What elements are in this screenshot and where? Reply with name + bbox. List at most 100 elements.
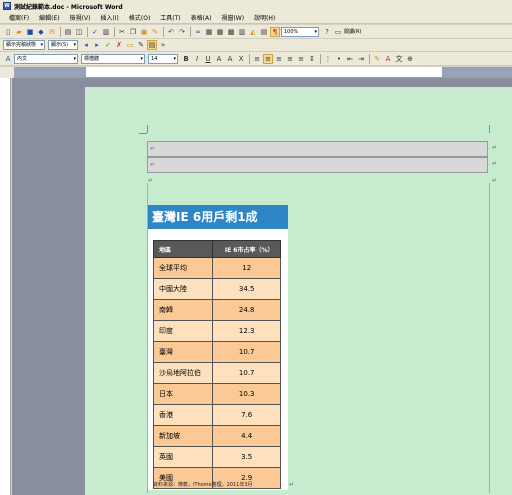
read-button[interactable]: 閱讀(R)	[344, 28, 361, 35]
permission-icon[interactable]: ◆	[36, 27, 46, 37]
new-document-icon[interactable]: ▯	[3, 27, 13, 37]
toolbar-options-icon[interactable]: »	[158, 40, 168, 50]
help-icon[interactable]: ?	[322, 27, 332, 37]
ruler-corner	[0, 67, 14, 78]
align-center-icon[interactable]: ≡	[263, 53, 273, 64]
font-dropdown[interactable]: 標楷體	[81, 53, 145, 64]
font-size-dropdown[interactable]: 14	[148, 53, 178, 64]
redo-icon[interactable]: ↷	[177, 27, 187, 37]
underline-icon[interactable]: U	[203, 54, 213, 64]
menu-file[interactable]: 檔案(F)	[4, 13, 34, 22]
accept-change-icon[interactable]: ✓	[103, 40, 113, 50]
vertical-ruler[interactable]	[0, 78, 11, 495]
paragraph-mark: ↵	[289, 481, 295, 488]
research-icon[interactable]: ▥	[101, 27, 111, 37]
menu-edit[interactable]: 編輯(E)	[34, 13, 64, 22]
horizontal-ruler[interactable]	[14, 67, 512, 78]
previous-change-icon[interactable]: ◂	[81, 40, 91, 50]
paragraph-mark: ↵	[150, 145, 156, 152]
word-app-icon: W	[3, 2, 11, 10]
distributed-icon[interactable]: ≡	[296, 54, 306, 64]
margin-corner	[139, 133, 147, 134]
table-row: 中國大陸 34.5	[152, 278, 281, 300]
column-header-share: IE 6市占率（%）	[212, 240, 281, 258]
undo-icon[interactable]: ↶	[166, 27, 176, 37]
line-spacing-icon[interactable]: ↕	[307, 54, 317, 64]
hyperlink-icon[interactable]: ∞	[193, 27, 203, 37]
document-map-icon[interactable]: ▤	[259, 27, 269, 37]
ie6-share-infographic[interactable]: 臺灣IE 6用戶剩1成 地區 IE 6市占率（%） 全球平均 12 中國大陸 34.5…	[148, 205, 288, 490]
print-icon[interactable]: ▤	[63, 27, 73, 37]
paragraph-mark: ↵	[492, 177, 498, 184]
font-color-icon[interactable]: A	[383, 54, 393, 64]
italic-icon[interactable]: I	[192, 54, 202, 64]
open-folder-icon[interactable]: ▰	[14, 27, 24, 37]
toolbar-separator	[87, 26, 88, 37]
toolbar-separator	[60, 26, 61, 37]
menu-insert[interactable]: 插入(I)	[95, 13, 123, 22]
copy-icon[interactable]: ❐	[128, 27, 138, 37]
styles-formatting-icon[interactable]: A	[3, 54, 13, 64]
zoom-dropdown[interactable]: 100%	[281, 26, 319, 37]
print-preview-icon[interactable]: ◫	[74, 27, 84, 37]
menu-format[interactable]: 格式(O)	[124, 13, 155, 22]
justify-icon[interactable]: ≡	[285, 54, 295, 64]
share-cell: 10.3	[212, 383, 281, 405]
reviewing-pane-icon[interactable]: ▤	[147, 40, 157, 50]
numbering-icon[interactable]: ⋮	[323, 54, 333, 64]
character-scaling-icon[interactable]: X	[236, 54, 246, 64]
format-painter-icon[interactable]: ✎	[150, 27, 160, 37]
show-hide-icon[interactable]: ¶	[270, 26, 280, 37]
email-icon[interactable]: ✉	[47, 27, 57, 37]
paste-icon[interactable]: ▣	[139, 27, 149, 37]
character-shading-icon[interactable]: A	[225, 54, 235, 64]
menu-help[interactable]: 說明(H)	[249, 13, 280, 22]
table-row: 臺灣 10.7	[152, 341, 281, 363]
bold-icon[interactable]: B	[181, 54, 191, 64]
document-page[interactable]: ↵ ↵ ↵ ↵ ↵ ↵ 臺灣IE 6用戶剩1成 地區 IE 6市占率（%） 全球…	[85, 87, 512, 495]
character-border-icon[interactable]: A	[214, 54, 224, 64]
toolbar-separator	[190, 26, 191, 37]
menu-view[interactable]: 檢視(V)	[65, 13, 96, 22]
window-title: 測試紀錄範本.doc - Microsoft Word	[14, 3, 123, 11]
menu-table[interactable]: 表格(A)	[186, 13, 217, 22]
insert-excel-icon[interactable]: ▩	[226, 27, 236, 37]
cut-icon[interactable]: ✂	[117, 27, 127, 37]
increase-indent-icon[interactable]: ⇥	[356, 54, 366, 64]
decrease-indent-icon[interactable]: ⇤	[345, 54, 355, 64]
share-cell: 10.7	[212, 341, 281, 363]
columns-icon[interactable]: ▥	[237, 27, 247, 37]
insert-comment-icon[interactable]: ▭	[125, 40, 135, 50]
phonetic-guide-icon[interactable]: 文	[394, 54, 404, 64]
menu-window[interactable]: 視窗(W)	[216, 13, 249, 22]
toolbar-separator	[114, 26, 115, 37]
style-dropdown[interactable]: 內文	[14, 53, 78, 64]
read-icon[interactable]: ▭	[333, 27, 343, 37]
track-changes-icon[interactable]: ✎	[136, 40, 146, 50]
header-table-row[interactable]: ↵	[147, 141, 488, 157]
share-cell: 24.8	[212, 299, 281, 321]
menu-tools[interactable]: 工具(T)	[155, 13, 185, 22]
bullets-icon[interactable]: •	[334, 54, 344, 64]
paragraph-mark: ↵	[150, 161, 156, 168]
highlight-icon[interactable]: ✎	[372, 54, 382, 64]
show-markup-dropdown[interactable]: 顯示(S)	[48, 40, 78, 50]
header-table-row[interactable]: ↵	[147, 157, 488, 173]
display-for-review-dropdown[interactable]: 顯示完稿狀態	[3, 40, 45, 50]
enclose-characters-icon[interactable]: ⊕	[405, 54, 415, 64]
table-row: 日本 10.3	[152, 383, 281, 405]
align-right-icon[interactable]: ≡	[274, 54, 284, 64]
align-left-icon[interactable]: ≡	[252, 54, 262, 64]
next-change-icon[interactable]: ▸	[92, 40, 102, 50]
tables-borders-icon[interactable]: ▦	[204, 27, 214, 37]
infographic-title: 臺灣IE 6用戶剩1成	[148, 205, 288, 229]
insert-table-icon[interactable]: ▦	[215, 27, 225, 37]
spelling-icon[interactable]: ✓	[90, 27, 100, 37]
reject-change-icon[interactable]: ✗	[114, 40, 124, 50]
drawing-icon[interactable]: ◭	[248, 27, 258, 37]
region-cell: 全球平均	[152, 257, 214, 279]
ruler-margin-left	[14, 67, 86, 78]
document-workspace: ↵ ↵ ↵ ↵ ↵ ↵ 臺灣IE 6用戶剩1成 地區 IE 6市占率（%） 全球…	[12, 78, 512, 495]
region-cell: 日本	[152, 383, 214, 405]
save-icon[interactable]: ■	[25, 27, 35, 37]
